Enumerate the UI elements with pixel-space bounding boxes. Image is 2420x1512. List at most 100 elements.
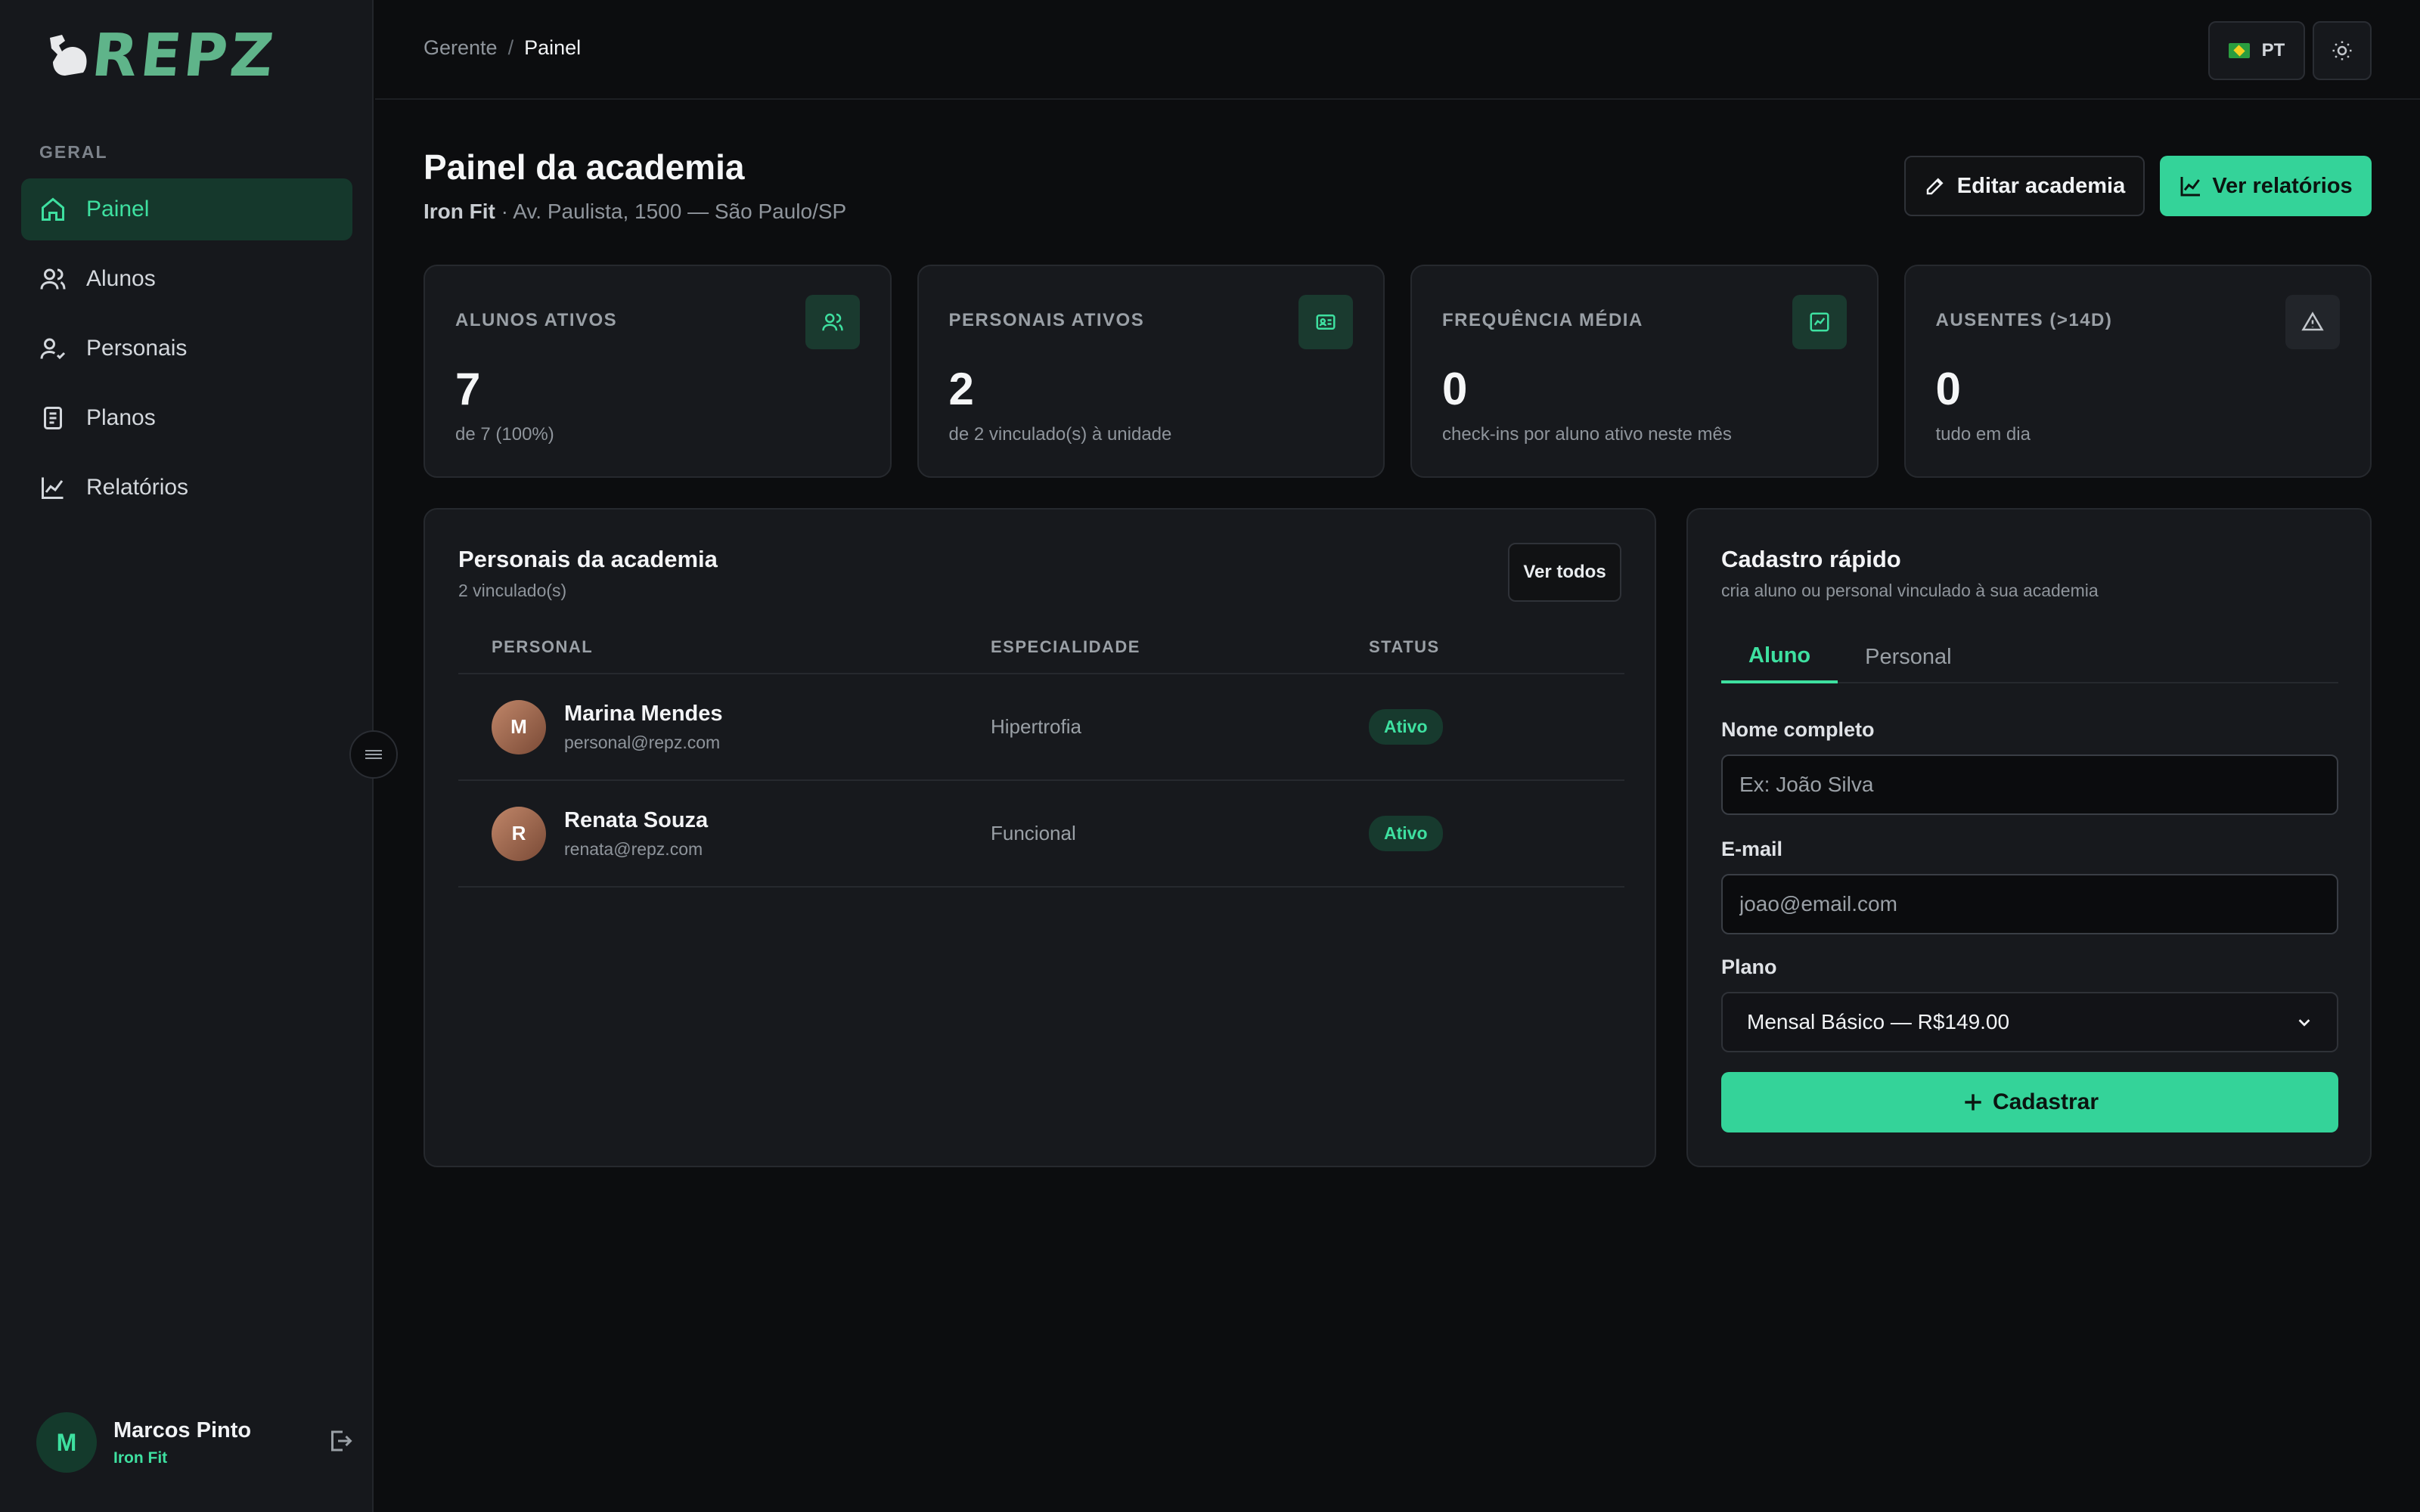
stat-label: ALUNOS ATIVOS (455, 310, 618, 330)
menu-icon (365, 748, 382, 761)
sidebar-item-label: Alunos (86, 266, 156, 291)
gym-address: · Av. Paulista, 1500 — São Paulo/SP (495, 200, 847, 223)
panel-subtitle: cria aluno ou personal vinculado à sua a… (1721, 581, 2099, 600)
pencil-icon (1926, 178, 1944, 195)
status-badge: Ativo (1369, 709, 1443, 745)
home-icon (42, 197, 64, 221)
breadcrumb-current: Painel (524, 36, 582, 59)
plan-selected-value: Mensal Básico — R$149.00 (1747, 1010, 2010, 1033)
name-label: Nome completo (1721, 718, 1875, 741)
panel-title: Personais da academia (458, 546, 718, 572)
sidebar-item-personais[interactable]: Personais (21, 318, 352, 380)
stat-card-ausentes: AUSENTES (>14D) 0 tudo em dia (1903, 265, 2372, 478)
view-reports-button[interactable]: Ver relatórios (2160, 156, 2372, 216)
stat-card-personais-ativos: PERSONAIS ATIVOS 2 de 2 vinculado(s) à u… (917, 265, 1385, 478)
trainer-specialty: Funcional (991, 822, 1076, 844)
user-gym: Iron Fit (113, 1448, 168, 1467)
trainer-info: Renata Souza renata@repz.com (564, 808, 708, 860)
page-title: Painel da academia (424, 147, 745, 187)
nav-section-label: GERAL (39, 142, 108, 162)
table-header: PERSONAL ESPECIALIDADE STATUS (458, 621, 1624, 674)
breadcrumb-parent[interactable]: Gerente (424, 36, 498, 59)
breadcrumb: Gerente / Painel (424, 36, 581, 60)
sidebar-item-label: Personais (86, 336, 188, 361)
stat-sub: de 2 vinculado(s) à unidade (948, 424, 1172, 445)
email-label: E-mail (1721, 838, 1783, 860)
register-button[interactable]: Cadastrar (1721, 1072, 2338, 1132)
column-header-personal: PERSONAL (492, 637, 594, 656)
sidebar-item-planos[interactable]: Planos (21, 387, 352, 449)
tab-personal[interactable]: Personal (1838, 631, 1978, 683)
brand-name: REPZ (88, 22, 280, 90)
chart-line-icon (42, 477, 64, 499)
trainer-specialty: Hipertrofia (991, 715, 1081, 738)
column-header-status: STATUS (1369, 637, 1440, 656)
avatar[interactable]: M (36, 1412, 97, 1473)
sidebar-item-alunos[interactable]: Alunos (21, 248, 352, 310)
stat-label: FREQUÊNCIA MÉDIA (1442, 310, 1643, 330)
edit-gym-button[interactable]: Editar academia (1904, 156, 2145, 216)
sidebar-item-label: Planos (86, 405, 156, 430)
stats-row: ALUNOS ATIVOS 7 de 7 (100%) PERSONAIS AT… (424, 265, 2372, 478)
register-tabs: Aluno Personal (1721, 631, 2338, 683)
table-row[interactable]: R Renata Souza renata@repz.com Funcional… (458, 781, 1624, 888)
language-selector[interactable]: PT (2208, 21, 2305, 80)
status-cell: Ativo (1369, 709, 1624, 745)
users-icon (40, 268, 66, 290)
sidebar-item-relatorios[interactable]: Relatórios (21, 457, 352, 519)
theme-toggle-button[interactable] (2313, 21, 2372, 80)
logout-icon (331, 1430, 352, 1451)
user-name: Marcos Pinto (113, 1418, 252, 1442)
sun-icon (2332, 41, 2352, 60)
logo[interactable]: REPZ (42, 22, 330, 90)
tab-aluno[interactable]: Aluno (1721, 631, 1838, 683)
full-name-input[interactable] (1721, 754, 2338, 815)
sidebar-nav: Painel Alunos Personais Planos Relatório… (21, 178, 352, 526)
stat-icon-box (1792, 295, 1847, 349)
plan-label: Plano (1721, 956, 1777, 978)
panel-subtitle: 2 vinculado(s) (458, 581, 567, 600)
email-field[interactable] (1721, 874, 2338, 934)
sidebar: REPZ GERAL Painel Alunos Personais Plano… (0, 0, 374, 1512)
chart-line-icon (2180, 177, 2201, 197)
edit-gym-label: Editar academia (1956, 173, 2126, 198)
stat-value: 2 (948, 364, 974, 414)
trainers-panel: Personais da academia 2 vinculado(s) Ver… (424, 508, 1656, 1167)
table-row[interactable]: M Marina Mendes personal@repz.com Hipert… (458, 674, 1624, 781)
users-icon (821, 313, 843, 331)
avatar: R (492, 806, 546, 861)
stat-label: PERSONAIS ATIVOS (948, 310, 1145, 330)
stat-value: 0 (1442, 364, 1468, 414)
collapse-sidebar-button[interactable] (349, 730, 398, 779)
plus-icon (1965, 1094, 1981, 1111)
stat-sub: check-ins por aluno ativo neste mês (1442, 424, 1732, 445)
avatar: M (492, 699, 546, 754)
stat-value: 7 (455, 364, 481, 414)
status-cell: Ativo (1369, 816, 1624, 851)
topbar: Gerente / Painel PT (375, 0, 2420, 100)
stat-sub: de 7 (100%) (455, 424, 554, 445)
stat-card-frequencia-media: FREQUÊNCIA MÉDIA 0 check-ins por aluno a… (1410, 265, 1879, 478)
status-badge: Ativo (1369, 816, 1443, 851)
quick-register-panel: Cadastro rápido cria aluno ou personal v… (1686, 508, 2372, 1167)
register-label: Cadastrar (1992, 1089, 2099, 1114)
plan-select[interactable]: Mensal Básico — R$149.00 (1721, 992, 2338, 1052)
brazil-flag-icon (2228, 43, 2250, 58)
sidebar-item-label: Relatórios (86, 475, 189, 500)
trend-up-icon (1810, 312, 1829, 332)
stat-icon-box (2285, 295, 2340, 349)
user-profile: M Marcos Pinto Iron Fit (36, 1411, 354, 1474)
stat-icon-box (1298, 295, 1353, 349)
language-code: PT (2261, 40, 2285, 60)
view-all-button[interactable]: Ver todos (1508, 543, 1621, 602)
logout-button[interactable] (327, 1427, 354, 1458)
sidebar-item-painel[interactable]: Painel (21, 178, 352, 240)
stat-value: 0 (1935, 364, 1961, 414)
trainers-table: PERSONAL ESPECIALIDADE STATUS M Marina M… (458, 621, 1624, 888)
trainer-info: Marina Mendes personal@repz.com (564, 702, 723, 753)
gym-name: Iron Fit (424, 200, 495, 223)
page-subtitle: Iron Fit · Av. Paulista, 1500 — São Paul… (424, 200, 846, 224)
breadcrumb-separator: / (507, 36, 514, 59)
trainer-email: renata@repz.com (564, 838, 703, 859)
trainer-name: Marina Mendes (564, 701, 723, 726)
